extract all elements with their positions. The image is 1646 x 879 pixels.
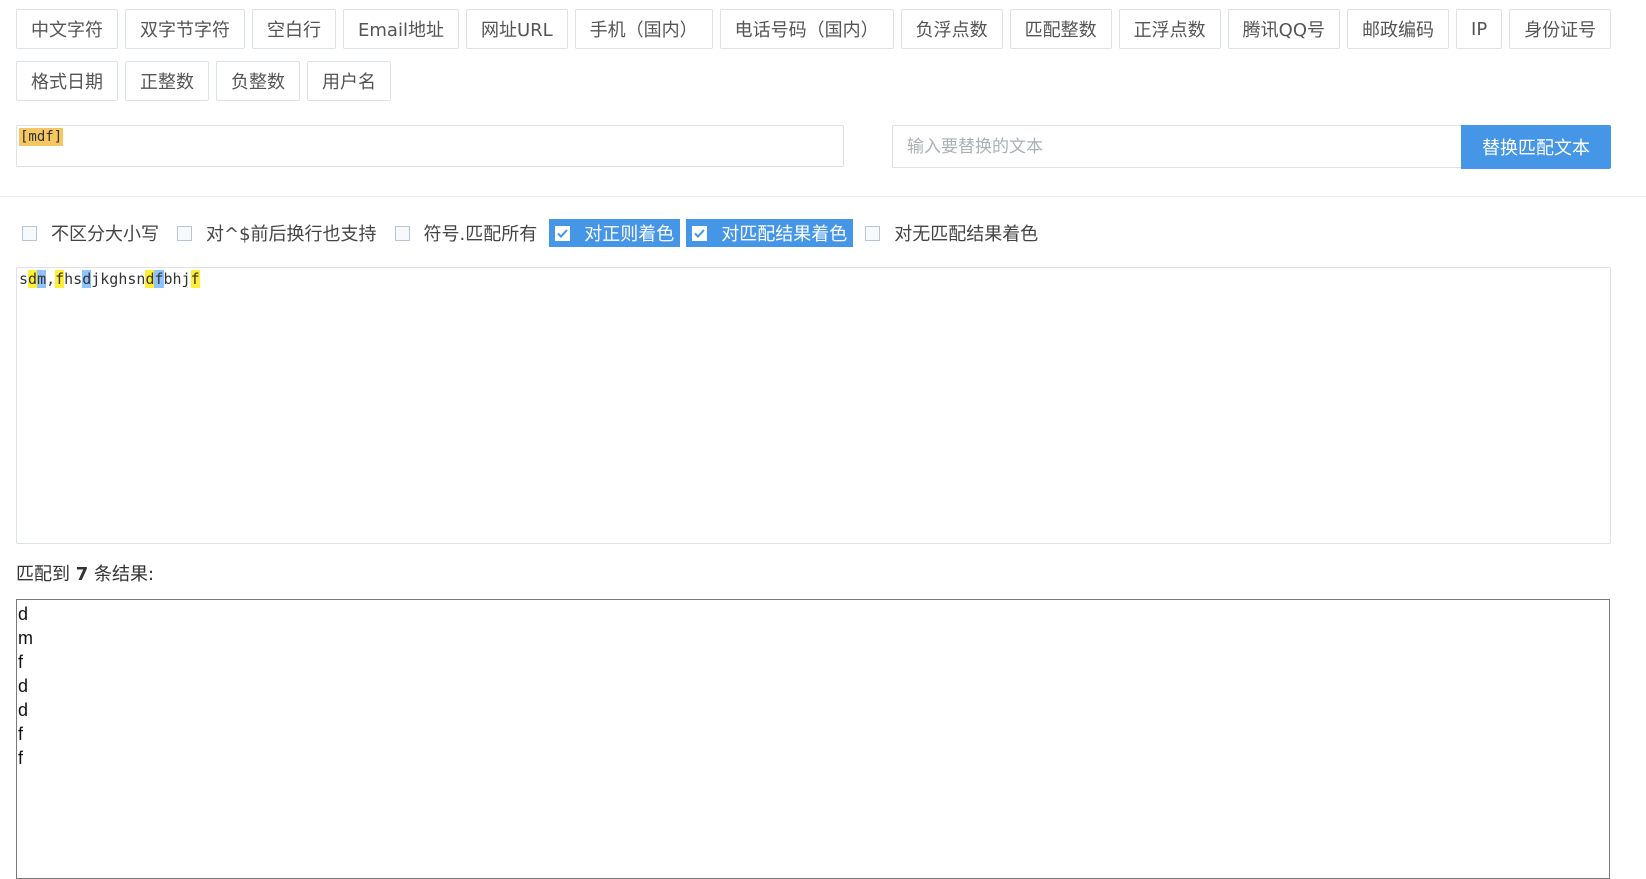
list-item: d	[18, 604, 29, 624]
option-checkbox[interactable]: 不区分大小写	[16, 219, 165, 247]
list-item: f	[18, 724, 24, 744]
list-item: f	[18, 748, 24, 768]
preset-button[interactable]: 格式日期	[16, 61, 118, 101]
replace-text-input[interactable]	[892, 125, 1462, 168]
result-count-label: 匹配到 7 条结果:	[16, 560, 154, 586]
list-item: f	[18, 652, 24, 672]
preset-button[interactable]: 负浮点数	[900, 9, 1003, 49]
divider	[0, 196, 1646, 197]
preset-button[interactable]: 正浮点数	[1118, 9, 1221, 49]
preset-button[interactable]: 邮政编码	[1347, 9, 1450, 49]
regex-input[interactable]: [mdf]	[16, 125, 844, 167]
match-highlight: m	[37, 270, 47, 288]
checkbox-icon	[555, 225, 571, 241]
text-segment: bhj	[163, 270, 191, 288]
option-label: 符号.匹配所有	[423, 224, 538, 245]
preset-button[interactable]: 用户名	[307, 61, 391, 101]
option-checkbox[interactable]: 对^$前后换行也支持	[171, 219, 383, 247]
preset-button[interactable]: IP	[1456, 9, 1503, 49]
preset-button[interactable]: 负整数	[216, 61, 300, 101]
options-bar: 不区分大小写 对^$前后换行也支持 符号.匹配所有 对正则着色 对匹配结果着色 对无匹配结…	[16, 218, 1044, 248]
text-segment: jkghsn	[91, 270, 146, 288]
match-highlight: f	[190, 270, 200, 288]
list-item: m	[18, 628, 33, 648]
checkbox-icon	[394, 225, 410, 241]
preset-button[interactable]: 中文字符	[16, 9, 118, 49]
result-count: 7	[75, 564, 89, 585]
match-highlight: d	[82, 270, 92, 288]
preset-button[interactable]: 双字节字符	[125, 9, 245, 49]
match-highlight: f	[154, 270, 164, 288]
match-highlight: f	[55, 270, 65, 288]
preset-button[interactable]: 手机（国内）	[574, 9, 713, 49]
list-item: d	[18, 676, 29, 696]
option-checkbox[interactable]: 对正则着色	[549, 219, 681, 247]
option-checkbox[interactable]: 符号.匹配所有	[389, 219, 544, 247]
text-segment: ,	[46, 270, 56, 288]
option-label: 对匹配结果着色	[721, 224, 848, 245]
checkbox-icon	[865, 225, 881, 241]
option-checkbox[interactable]: 对无匹配结果着色	[859, 219, 1044, 247]
option-label: 对^$前后换行也支持	[206, 224, 377, 245]
text-segment: hs	[64, 270, 83, 288]
preset-button[interactable]: 匹配整数	[1009, 9, 1112, 49]
option-label: 不区分大小写	[51, 224, 159, 245]
checkbox-icon	[22, 225, 37, 241]
match-results-list[interactable]: dmfddff	[16, 599, 1610, 879]
checkbox-icon	[177, 225, 192, 241]
match-highlight: d	[28, 270, 38, 288]
preset-button[interactable]: 正整数	[125, 61, 209, 101]
text-segment: s	[19, 270, 29, 288]
source-text-area[interactable]: sdm,fhsdjkghsndfbhjf	[16, 267, 1611, 544]
preset-button[interactable]: 腾讯QQ号	[1227, 9, 1341, 49]
replace-button[interactable]: 替换匹配文本	[1461, 125, 1611, 169]
checkbox-icon	[692, 225, 708, 241]
option-label: 对无匹配结果着色	[894, 224, 1039, 245]
preset-button[interactable]: 电话号码（国内）	[719, 9, 894, 49]
preset-button[interactable]: 身份证号	[1509, 9, 1612, 49]
option-checkbox[interactable]: 对匹配结果着色	[686, 219, 854, 247]
preset-button-bar: 中文字符 双字节字符 空白行 Email地址 网址URL 手机（国内） 电话号码（国内） 负浮…	[16, 9, 1616, 101]
preset-button[interactable]: 网址URL	[465, 9, 568, 49]
result-prefix: 匹配到	[16, 564, 76, 585]
option-label: 对正则着色	[584, 224, 675, 245]
preset-button[interactable]: Email地址	[343, 9, 459, 49]
preset-button[interactable]: 空白行	[252, 9, 336, 49]
result-suffix: 条结果:	[88, 564, 155, 585]
regex-highlight: [mdf]	[19, 128, 64, 146]
list-item: d	[18, 700, 29, 720]
